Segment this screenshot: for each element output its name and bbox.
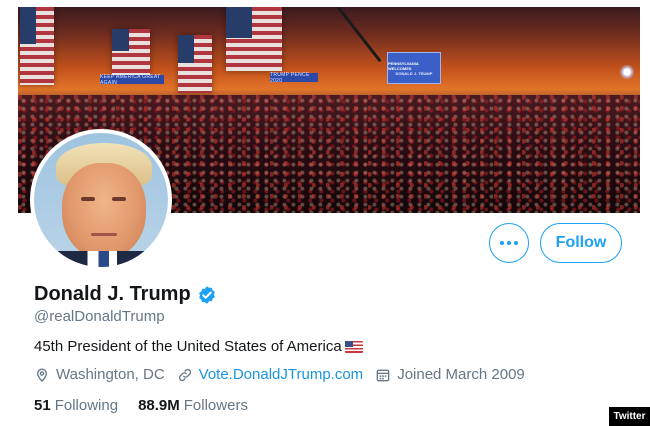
profile-bio: 45th President of the United States of A… <box>34 338 363 355</box>
location-item: Washington, DC <box>34 366 165 383</box>
more-options-button[interactable] <box>489 223 529 263</box>
banner-screen-line1: PENNSYLVANIA WELCOMES <box>388 60 419 71</box>
verified-badge-icon <box>198 285 215 304</box>
display-name: Donald J. Trump <box>34 283 191 305</box>
avatar-eye <box>112 197 126 201</box>
more-dots-icon <box>507 241 511 245</box>
username-handle: @realDonaldTrump <box>34 308 165 325</box>
following-count: 51 <box>34 397 51 414</box>
banner-sign: TRUMP PENCE 2020 <box>270 72 318 84</box>
followers-count: 88.9M <box>138 397 180 414</box>
following-label: Following <box>54 397 119 414</box>
avatar-eye <box>81 197 95 201</box>
profile-card: KEEP AMERICA GREAT AGAIN TRUMP PENCE 202… <box>18 7 640 426</box>
banner-flag <box>20 7 54 85</box>
joined-item: Joined March 2009 <box>375 366 525 383</box>
avatar-face <box>62 163 146 259</box>
banner-flag <box>112 29 150 75</box>
more-dots-icon <box>500 241 504 245</box>
following-stat[interactable]: 51 Following <box>34 397 118 414</box>
profile-meta: Washington, DC Vote.DonaldJTrump.com Joi… <box>34 366 537 383</box>
banner-light <box>620 65 634 79</box>
followers-label: Followers <box>183 397 248 414</box>
joined-text: Joined March 2009 <box>397 366 525 383</box>
bio-text: 45th President of the United States of A… <box>34 338 342 355</box>
website-item[interactable]: Vote.DonaldJTrump.com <box>177 366 364 383</box>
banner-flag <box>226 7 282 71</box>
banner-flag <box>178 35 212 93</box>
banner-screen-line2: DONALD J. TRUMP <box>395 70 433 76</box>
location-text: Washington, DC <box>56 366 165 383</box>
location-pin-icon <box>36 368 48 382</box>
avatar-suit <box>34 251 168 267</box>
more-dots-icon <box>514 241 518 245</box>
image-credit-label: Twitter <box>609 407 650 426</box>
banner-sign: KEEP AMERICA GREAT AGAIN <box>100 74 164 86</box>
banner-crane <box>336 7 382 63</box>
avatar-mouth <box>91 233 117 236</box>
banner-screen: PENNSYLVANIA WELCOMES DONALD J. TRUMP <box>387 52 441 84</box>
follow-button[interactable]: Follow <box>540 223 622 263</box>
follow-stats: 51 Following 88.9M Followers <box>34 397 268 414</box>
calendar-icon <box>376 369 390 381</box>
avatar[interactable] <box>30 129 172 271</box>
us-flag-icon <box>344 340 363 353</box>
followers-stat[interactable]: 88.9M Followers <box>138 397 248 414</box>
website-link[interactable]: Vote.DonaldJTrump.com <box>199 366 364 383</box>
link-icon <box>178 368 191 381</box>
name-row: Donald J. Trump <box>34 283 217 306</box>
